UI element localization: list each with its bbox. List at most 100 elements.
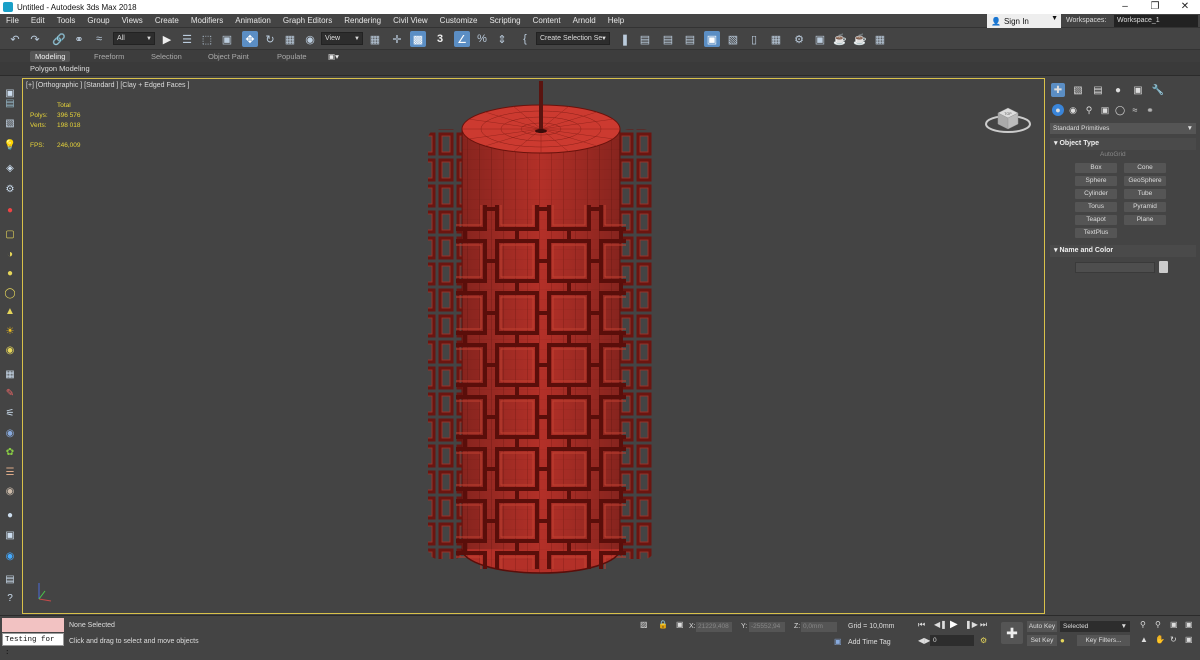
box-button[interactable]: Box — [1075, 163, 1117, 173]
toggle-ribbon-icon[interactable]: ▣ — [704, 31, 720, 47]
shapes-icon[interactable]: ◉ — [1067, 104, 1079, 116]
angle-snap-icon[interactable]: ∠ — [454, 31, 470, 47]
orbit-icon[interactable]: ↻ — [1170, 635, 1177, 644]
torus-button[interactable]: Torus — [1075, 202, 1117, 212]
tab-populate[interactable]: Populate — [272, 51, 312, 62]
select-manipulate-icon[interactable]: ✛ — [389, 31, 405, 47]
next-frame-icon[interactable]: ❚▶ — [965, 620, 978, 629]
play-icon[interactable]: ▶ — [950, 619, 958, 630]
menu-scripting[interactable]: Scripting — [483, 16, 526, 25]
cloth-icon[interactable]: ◉ — [3, 484, 17, 498]
select-by-name-icon[interactable]: ☰ — [179, 31, 195, 47]
menu-file[interactable]: File — [0, 16, 25, 25]
camera-icon[interactable]: ◈ — [3, 161, 17, 175]
layout-a-icon[interactable]: ▤ — [3, 96, 17, 110]
current-frame-field[interactable]: 0 — [930, 635, 974, 646]
align-icon[interactable]: ▤ — [637, 31, 653, 47]
render-iterative-icon[interactable]: ☕ — [852, 31, 868, 47]
pyramid-button[interactable]: Pyramid — [1124, 202, 1166, 212]
add-time-tag[interactable]: Add Time Tag — [848, 639, 891, 646]
menu-graph-editors[interactable]: Graph Editors — [277, 16, 338, 25]
display-icon[interactable]: ▣ — [3, 528, 17, 542]
script-icon[interactable]: ▤ — [3, 572, 17, 586]
toggle-scene-explorer-icon[interactable]: ▤ — [660, 31, 676, 47]
viewport-perspective[interactable]: [+] [Orthographic ] [Standard ] [Clay + … — [22, 78, 1045, 614]
menu-animation[interactable]: Animation — [229, 16, 277, 25]
rotate-icon[interactable]: ↻ — [262, 31, 278, 47]
material-sphere-icon[interactable]: ● — [3, 508, 17, 522]
grid-icon[interactable]: ▦ — [3, 367, 17, 381]
space-warps-icon[interactable]: ≈ — [1129, 104, 1141, 116]
hierarchy-tab-icon[interactable]: ▤ — [1091, 83, 1105, 97]
utility-icon[interactable]: ◉ — [3, 549, 17, 563]
select-move-icon[interactable]: ✥ — [242, 31, 258, 47]
object-type-rollout[interactable]: ▾ Object Type — [1050, 138, 1196, 150]
zoom-icon[interactable]: ⚲ — [1140, 620, 1146, 629]
modify-tab-icon[interactable]: ▧ — [1071, 83, 1085, 97]
keyboard-shortcut-toggle-icon[interactable]: ▩ — [410, 31, 426, 47]
time-config-icon[interactable]: ⚙ — [980, 636, 987, 645]
undo-icon[interactable]: ↶ — [7, 31, 23, 47]
key-mode-icon[interactable]: ◀▶ — [918, 636, 930, 645]
tab-object-paint[interactable]: Object Paint — [203, 51, 254, 62]
maximize-viewport-icon[interactable]: ▣ — [1185, 635, 1193, 644]
link-icon[interactable]: 🔗 — [51, 31, 67, 47]
key-selection-select[interactable]: Selected ▼ — [1060, 621, 1130, 632]
workspace-select[interactable]: Workspace_1 — [1114, 15, 1198, 27]
key-filters-button[interactable]: Key Filters... — [1077, 635, 1130, 646]
zoom-extents-icon[interactable]: ▣ — [1170, 620, 1178, 629]
particles-icon[interactable]: ● — [3, 203, 17, 217]
tab-modeling[interactable]: Modeling — [30, 51, 71, 62]
edit-named-selection-icon[interactable]: { — [517, 31, 533, 47]
cone-button[interactable]: Cone — [1124, 163, 1166, 173]
menu-tools[interactable]: Tools — [51, 16, 82, 25]
ribbon-options-icon[interactable]: ▣▾ — [323, 51, 344, 62]
sphere-button[interactable]: Sphere — [1075, 176, 1117, 186]
render-in-cloud-icon[interactable]: ▦ — [872, 31, 888, 47]
helpers-icon[interactable]: ◯ — [1114, 104, 1126, 116]
menu-group[interactable]: Group — [81, 16, 115, 25]
key-icon[interactable]: ● — [1060, 636, 1065, 645]
select-object-icon[interactable]: ▶ — [159, 31, 175, 47]
menu-rendering[interactable]: Rendering — [338, 16, 387, 25]
helper-icon[interactable]: ⚙ — [3, 182, 17, 196]
rendered-frame-window-icon[interactable]: ▣ — [812, 31, 828, 47]
hemisphere-icon[interactable]: ◑ — [3, 247, 17, 261]
isolate-selection-icon[interactable]: ▨ — [640, 620, 648, 629]
render-setup-icon[interactable]: ⚙ — [791, 31, 807, 47]
menu-modifiers[interactable]: Modifiers — [185, 16, 229, 25]
textplus-button[interactable]: TextPlus — [1075, 228, 1117, 238]
material-editor-icon[interactable]: ▦ — [768, 31, 784, 47]
bone-icon[interactable]: ⚟ — [3, 406, 17, 420]
sign-in-button[interactable]: 👤 Sign In ▼ — [987, 14, 1061, 28]
spinner-snap-icon[interactable]: ⇕ — [494, 31, 510, 47]
z-coordinate-field[interactable]: 0,0mm — [801, 622, 837, 632]
menu-civil-view[interactable]: Civil View — [387, 16, 434, 25]
window-crossing-icon[interactable]: ▣ — [219, 31, 235, 47]
menu-content[interactable]: Content — [527, 16, 567, 25]
named-selection-select[interactable]: Create Selection Se ▼ — [536, 32, 610, 45]
create-tab-icon[interactable]: ✚ — [1051, 83, 1065, 97]
display-tab-icon[interactable]: ▣ — [1131, 83, 1145, 97]
mirror-icon[interactable]: ❚ — [617, 31, 633, 47]
geosphere-button[interactable]: GeoSphere — [1124, 176, 1166, 186]
autogrid-checkbox[interactable]: AutoGrid — [1100, 151, 1126, 158]
lights-icon[interactable]: ⚲ — [1083, 104, 1095, 116]
minimize-icon[interactable]: – — [1110, 0, 1140, 14]
auto-key-button[interactable]: Auto Key — [1027, 621, 1057, 632]
lock-selection-icon[interactable]: 🔒 — [658, 620, 668, 629]
snaps-toggle-icon[interactable]: 3 — [432, 31, 448, 47]
leaf-icon[interactable]: ✿ — [3, 445, 17, 459]
zoom-extents-all-icon[interactable]: ▣ — [1185, 620, 1193, 629]
object-color-swatch[interactable] — [1159, 261, 1168, 273]
maxscript-listener-input[interactable]: Testing for : — [2, 633, 64, 657]
y-coordinate-field[interactable]: -25552,94 — [749, 622, 785, 632]
sphere-icon[interactable]: ● — [3, 266, 17, 280]
previous-frame-icon[interactable]: ◀❚ — [934, 620, 947, 629]
go-to-start-icon[interactable]: ⏮ — [918, 620, 925, 630]
utilities-tab-icon[interactable]: 🔧 — [1151, 83, 1165, 97]
bind-space-warp-icon[interactable]: ≈ — [91, 31, 107, 47]
layout-b-icon[interactable]: ▧ — [3, 116, 17, 130]
set-key-button[interactable]: Set Key — [1027, 635, 1057, 646]
toggle-layer-explorer-icon[interactable]: ▤ — [682, 31, 698, 47]
